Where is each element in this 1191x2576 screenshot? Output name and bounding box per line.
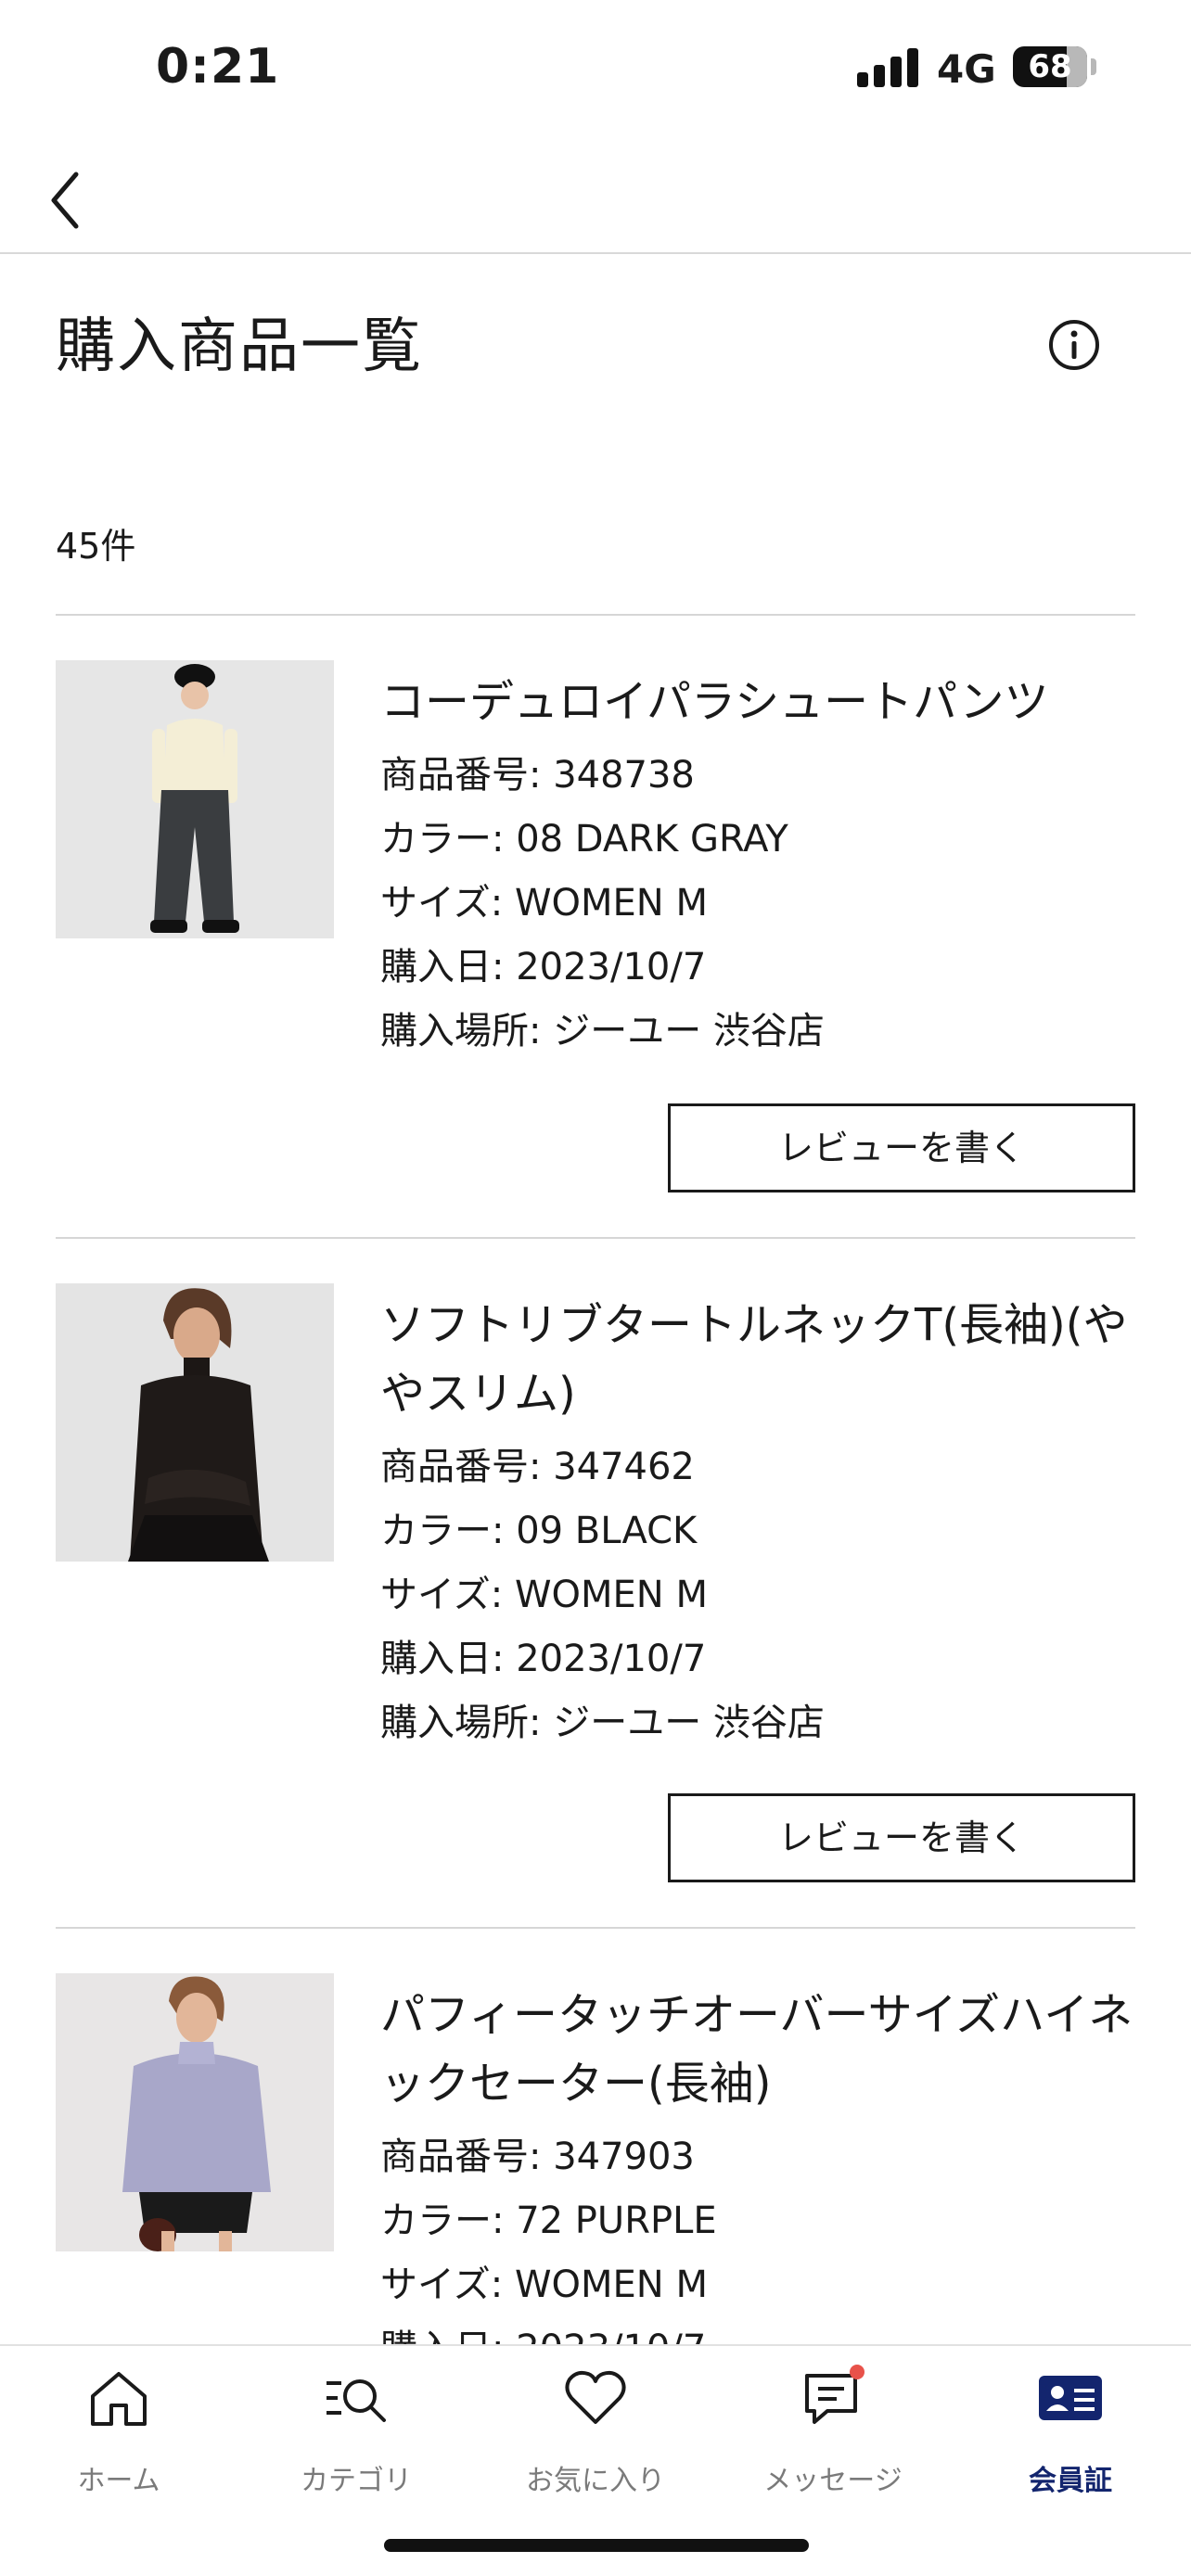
purchase-store: 購入場所: ジーユー 渋谷店 [380, 1702, 825, 1744]
chevron-left-icon [51, 172, 79, 229]
product-color: カラー: 09 BLACK [380, 1510, 698, 1552]
tab-label: メッセージ [763, 2465, 903, 2497]
battery-icon: 68 [1013, 46, 1087, 87]
message-icon [805, 2365, 864, 2424]
write-review-button[interactable]: レビューを書く [668, 1103, 1135, 1192]
product-name[interactable]: ソフトリブタートルネックT(長袖)(ややスリム) [380, 1291, 1141, 1428]
product-image[interactable] [56, 1283, 334, 1562]
battery-tip [1091, 58, 1096, 75]
divider [56, 614, 1135, 616]
member-card-icon [1039, 2376, 1102, 2420]
result-count: 45件 [56, 526, 136, 567]
purchase-date: 購入日: 2023/10/7 [380, 2317, 717, 2344]
product-number: 商品番号: 347462 [380, 1446, 695, 1488]
category-search-icon [327, 2379, 386, 2422]
product-color: カラー: 08 DARK GRAY [380, 818, 788, 861]
tab-label: 会員証 [1029, 2465, 1112, 2497]
product-number: 商品番号: 348738 [380, 754, 695, 797]
product-details: 商品番号: 347903 カラー: 72 PURPLE サイズ: WOMEN M… [380, 2125, 717, 2344]
status-bar: 0:21 4G 68 [0, 0, 1191, 139]
write-review-button[interactable]: レビューを書く [668, 1793, 1135, 1882]
notification-badge [850, 2365, 864, 2379]
product-size: サイズ: WOMEN M [380, 1574, 708, 1616]
tab-label: カテゴリ [301, 2465, 412, 2497]
product-number: 商品番号: 347903 [380, 2136, 695, 2178]
tab-label: ホーム [77, 2465, 160, 2497]
info-icon [1049, 320, 1099, 370]
divider [56, 1927, 1135, 1929]
tab-label: お気に入り [526, 2465, 665, 2497]
info-button[interactable] [1046, 317, 1102, 373]
battery-level: 68 [1028, 48, 1072, 85]
purchase-store: 購入場所: ジーユー 渋谷店 [380, 1010, 825, 1052]
home-indicator [384, 2539, 809, 2552]
product-image[interactable] [56, 660, 334, 938]
product-item: コーデュロイパラシュートパンツ 商品番号: 348738 カラー: 08 DAR… [56, 660, 1135, 1217]
product-size: サイズ: WOMEN M [380, 2264, 708, 2306]
product-item: ソフトリブタートルネックT(長袖)(ややスリム) 商品番号: 347462 カラ… [56, 1283, 1135, 1895]
product-name[interactable]: パフィータッチオーバーサイズハイネックセーター(長袖) [380, 1981, 1135, 2118]
heart-icon [565, 2370, 626, 2424]
tab-messages[interactable]: メッセージ [740, 2365, 926, 2504]
divider [56, 1237, 1135, 1239]
home-icon [91, 2372, 147, 2426]
tab-member-card[interactable]: 会員証 [978, 2365, 1163, 2504]
product-item: パフィータッチオーバーサイズハイネックセーター(長袖) 商品番号: 347903… [56, 1973, 1135, 2344]
tab-home[interactable]: ホーム [26, 2365, 211, 2504]
tab-favorites[interactable]: お気に入り [503, 2365, 688, 2504]
product-color: カラー: 72 PURPLE [380, 2200, 717, 2242]
tab-category[interactable]: カテゴリ [263, 2365, 449, 2504]
nav-bar [0, 139, 1191, 254]
status-time: 0:21 [156, 39, 280, 95]
signal-icon [857, 48, 920, 87]
product-image[interactable] [56, 1973, 334, 2251]
purchase-date: 購入日: 2023/10/7 [380, 1638, 707, 1680]
back-button[interactable] [37, 154, 111, 237]
product-details: 商品番号: 348738 カラー: 08 DARK GRAY サイズ: WOME… [380, 744, 825, 1064]
network-type: 4G [937, 46, 996, 92]
purchase-date: 購入日: 2023/10/7 [380, 946, 707, 988]
product-size: サイズ: WOMEN M [380, 882, 708, 925]
product-details: 商品番号: 347462 カラー: 09 BLACK サイズ: WOMEN M … [380, 1435, 825, 1755]
page-title: 購入商品一覧 [56, 312, 423, 381]
product-name[interactable]: コーデュロイパラシュートパンツ [380, 668, 1141, 736]
